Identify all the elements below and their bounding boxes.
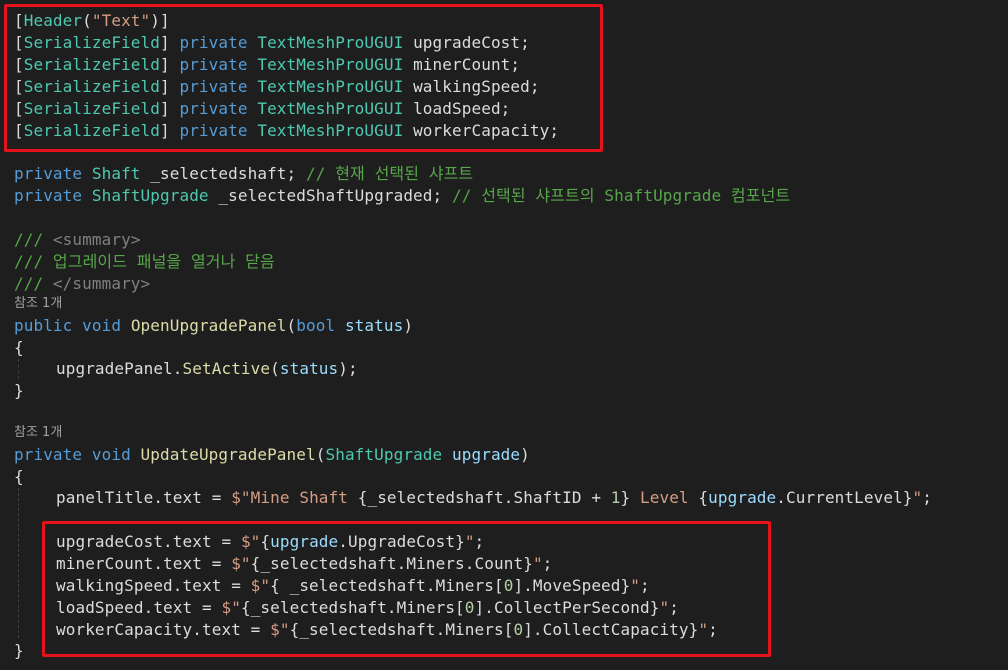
code-line-method-update-panel: private void UpdateUpgradePanel(ShaftUpg… (14, 445, 530, 464)
code-line-doc-summary-open: /// <summary> (14, 230, 141, 249)
code-editor[interactable]: [Header("Text")] [SerializeField] privat… (0, 0, 1008, 670)
code-line-doc-text: /// 업그레이드 패널을 열거나 닫음 (14, 252, 275, 271)
code-line-set-active: upgradePanel.SetActive(status); (56, 359, 358, 378)
code-line-method-open-panel: public void OpenUpgradePanel(bool status… (14, 316, 414, 335)
code-line-doc-summary-close: /// </summary> (14, 274, 151, 293)
code-line-panel-title: panelTitle.text = $"Mine Shaft {_selecte… (56, 488, 933, 507)
codelens-references[interactable]: 참조 1개 (14, 294, 62, 314)
code-line-brace-close: } (14, 641, 24, 660)
highlight-box-fields (4, 4, 603, 152)
code-line-brace-open: { (14, 467, 24, 486)
code-line-brace-close: } (14, 381, 24, 400)
highlight-box-assignments (42, 521, 771, 657)
code-line-upgrade-field: private ShaftUpgrade _selectedShaftUpgra… (14, 186, 791, 205)
code-line-brace-open: { (14, 338, 24, 357)
code-line-shaft-field: private Shaft _selectedshaft; // 현재 선택된 … (14, 164, 474, 183)
indent-guide (18, 359, 19, 379)
indent-guide (18, 488, 19, 638)
codelens-references[interactable]: 참조 1개 (14, 423, 62, 443)
